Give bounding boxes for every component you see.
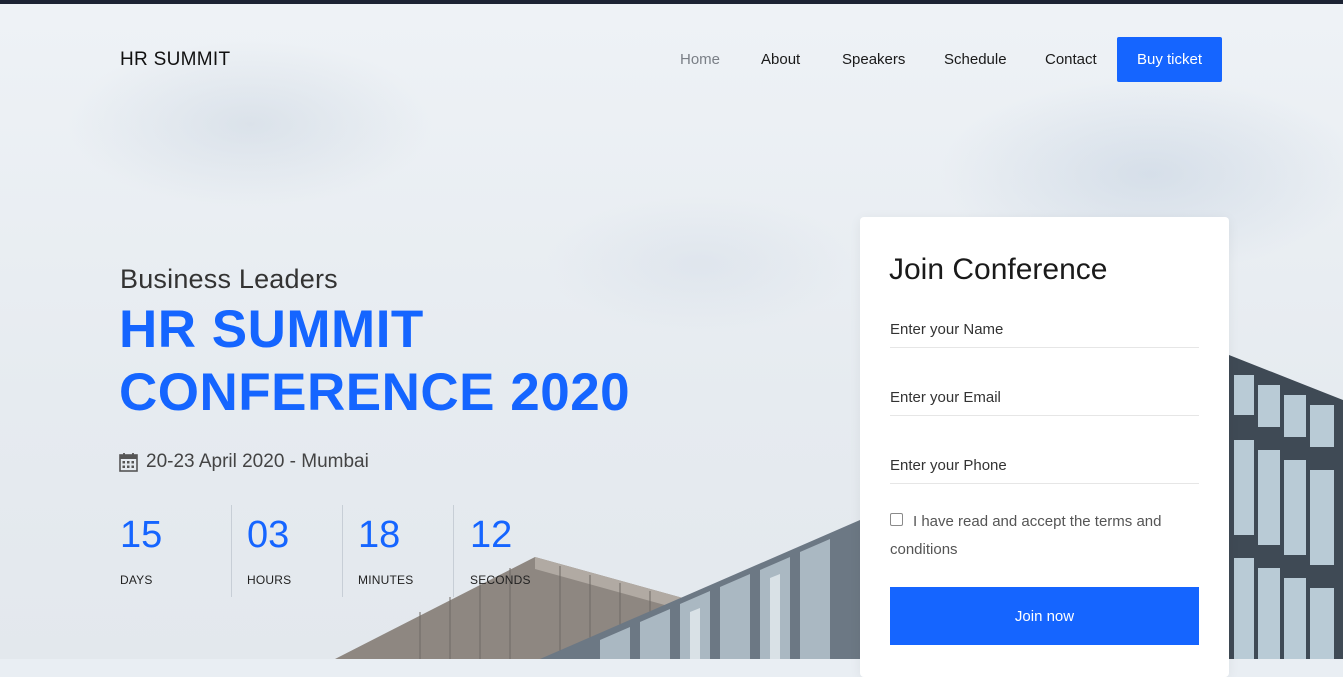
countdown-days: 15 DAYS [120,505,162,587]
join-now-button[interactable]: Join now [890,587,1199,645]
form-title: Join Conference [889,253,1108,286]
nav-contact[interactable]: Contact [1045,51,1097,68]
nav-speakers[interactable]: Speakers [842,51,905,68]
countdown-value: 15 [120,514,163,556]
countdown-label: DAYS [120,573,153,587]
countdown-minutes: 18 MINUTES [358,505,413,587]
countdown-value: 03 [247,514,290,556]
countdown-value: 12 [470,514,513,556]
terms-row: I have read and accept the terms and con… [890,508,1200,564]
countdown-divider [453,505,454,597]
countdown-value: 18 [358,514,401,556]
countdown-label: MINUTES [358,573,414,587]
site-logo[interactable]: HR SUMMIT [120,49,230,71]
countdown-seconds: 12 SECONDS [470,505,531,587]
hero-title-line1: HR SUMMIT [119,300,424,359]
terms-checkbox[interactable] [890,512,903,526]
join-form: Join Conference I have read and accept t… [860,217,1229,677]
calendar-icon [119,453,138,472]
phone-field[interactable] [890,447,1199,484]
event-date: 20-23 April 2020 - Mumbai [119,451,369,473]
terms-label: I have read and accept the terms and con… [890,513,1162,558]
event-date-text: 20-23 April 2020 - Mumbai [146,451,369,472]
countdown-label: HOURS [247,573,292,587]
name-field[interactable] [890,311,1199,348]
countdown-label: SECONDS [470,573,531,587]
nav-about[interactable]: About [761,51,800,68]
nav-schedule[interactable]: Schedule [944,51,1007,68]
countdown-divider [231,505,232,597]
buy-ticket-button[interactable]: Buy ticket [1117,37,1222,82]
nav-home[interactable]: Home [680,51,720,68]
hero-title: HR SUMMIT CONFERENCE 2020 [119,298,630,424]
hero-title-line2: CONFERENCE 2020 [119,363,631,422]
hero-subtitle: Business Leaders [120,264,338,294]
countdown-hours: 03 HOURS [247,505,291,587]
email-field[interactable] [890,379,1199,416]
countdown-divider [342,505,343,597]
